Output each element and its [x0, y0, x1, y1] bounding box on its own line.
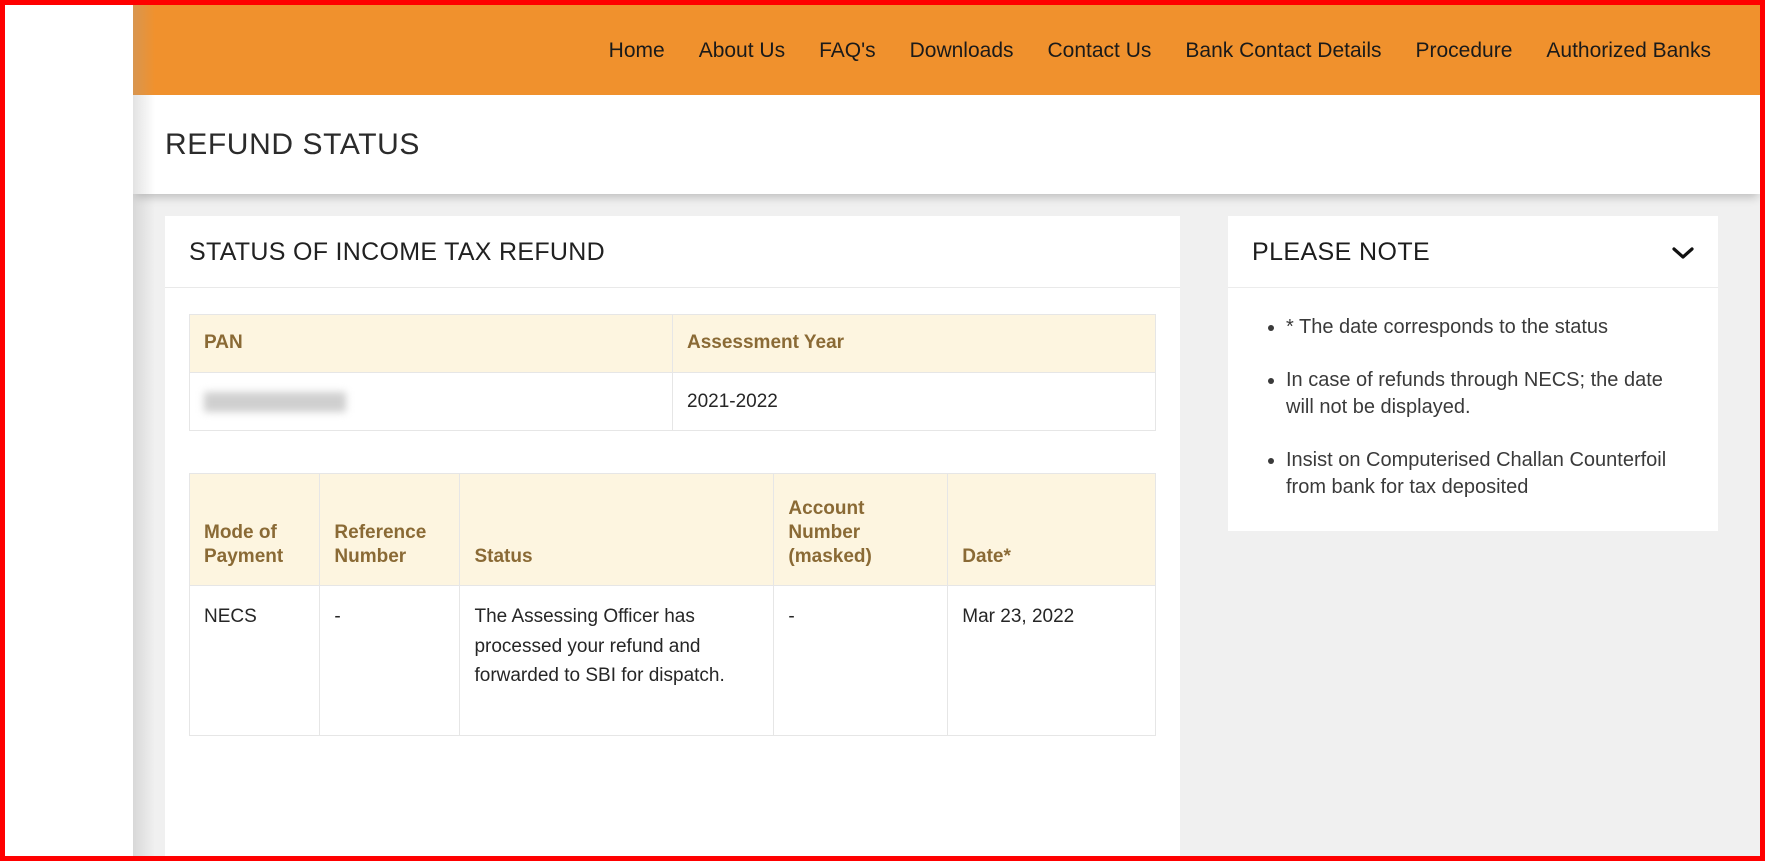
please-note-card-title: PLEASE NOTE — [1252, 238, 1431, 266]
page-title: REFUND STATUS — [165, 127, 421, 161]
cell-reference-number: - — [319, 585, 461, 737]
redacted-pan-value — [204, 391, 346, 412]
please-note-list: * The date corresponds to the status In … — [1254, 314, 1692, 501]
pan-summary-table-head: PAN Assessment Year — [189, 314, 1156, 373]
page-title-band: REFUND STATUS — [133, 95, 1760, 194]
nav-list: Home About Us FAQ's Downloads Contact Us… — [592, 32, 1728, 69]
nav-item-about-us[interactable]: About Us — [682, 32, 802, 69]
nav-item-procedure[interactable]: Procedure — [1399, 32, 1530, 69]
nav-item-faqs[interactable]: FAQ's — [802, 32, 893, 69]
please-note-card-body: * The date corresponds to the status In … — [1228, 288, 1718, 531]
cell-pan-value — [189, 371, 673, 432]
cell-status: The Assessing Officer has processed your… — [459, 585, 775, 737]
cell-date: Mar 23, 2022 — [947, 585, 1156, 737]
list-item: In case of refunds through NECS; the dat… — [1286, 367, 1692, 421]
please-note-card: PLEASE NOTE * The date corresponds to th… — [1228, 216, 1718, 531]
column-header-mode-of-payment: Mode of Payment — [188, 473, 321, 587]
column-header-date: Date* — [947, 473, 1156, 587]
nav-item-bank-contact-details[interactable]: Bank Contact Details — [1168, 32, 1398, 69]
refund-status-card: STATUS OF INCOME TAX REFUND PAN Assessme… — [165, 216, 1180, 856]
left-page-gutter — [5, 5, 155, 856]
refund-status-card-title: STATUS OF INCOME TAX REFUND — [189, 238, 605, 266]
cell-assessment-year-value: 2021-2022 — [672, 371, 1156, 432]
website-viewport: Home About Us FAQ's Downloads Contact Us… — [133, 5, 1760, 856]
list-item: * The date corresponds to the status — [1286, 314, 1692, 341]
column-header-assessment-year: Assessment Year — [672, 314, 1156, 373]
cell-mode-of-payment: NECS — [188, 585, 321, 737]
content-region: STATUS OF INCOME TAX REFUND PAN Assessme… — [133, 194, 1760, 856]
table-row: 2021-2022 — [189, 371, 1156, 432]
nav-item-authorized-banks[interactable]: Authorized Banks — [1529, 32, 1728, 69]
refund-status-table-head: Mode of Payment Reference Number Status … — [188, 473, 1156, 587]
column-header-status: Status — [459, 473, 775, 587]
table-header-row: Mode of Payment Reference Number Status … — [188, 473, 1156, 587]
screenshot-root: Home About Us FAQ's Downloads Contact Us… — [0, 0, 1765, 861]
refund-status-card-body: PAN Assessment Year 2021-2022 Mode of Pa… — [165, 288, 1180, 760]
cell-account-number: - — [773, 585, 949, 737]
table-header-row: PAN Assessment Year — [189, 314, 1156, 373]
list-item: Insist on Computerised Challan Counterfo… — [1286, 447, 1692, 501]
chevron-down-icon[interactable] — [1672, 246, 1694, 260]
nav-item-contact-us[interactable]: Contact Us — [1031, 32, 1169, 69]
nav-item-downloads[interactable]: Downloads — [893, 32, 1031, 69]
refund-status-table: Mode of Payment Reference Number Status … — [188, 473, 1156, 737]
column-header-account-number: Account Number (masked) — [773, 473, 949, 587]
main-navigation-bar: Home About Us FAQ's Downloads Contact Us… — [133, 5, 1760, 95]
column-header-pan: PAN — [189, 314, 673, 373]
refund-status-table-body: NECS - The Assessing Officer has process… — [188, 585, 1156, 737]
pan-summary-table: PAN Assessment Year 2021-2022 — [189, 314, 1156, 432]
nav-item-home[interactable]: Home — [592, 32, 682, 69]
refund-status-card-header: STATUS OF INCOME TAX REFUND — [165, 216, 1180, 288]
column-header-reference-number: Reference Number — [319, 473, 461, 587]
table-row: NECS - The Assessing Officer has process… — [188, 585, 1156, 737]
please-note-card-header[interactable]: PLEASE NOTE — [1228, 216, 1718, 288]
pan-summary-table-body: 2021-2022 — [189, 371, 1156, 432]
